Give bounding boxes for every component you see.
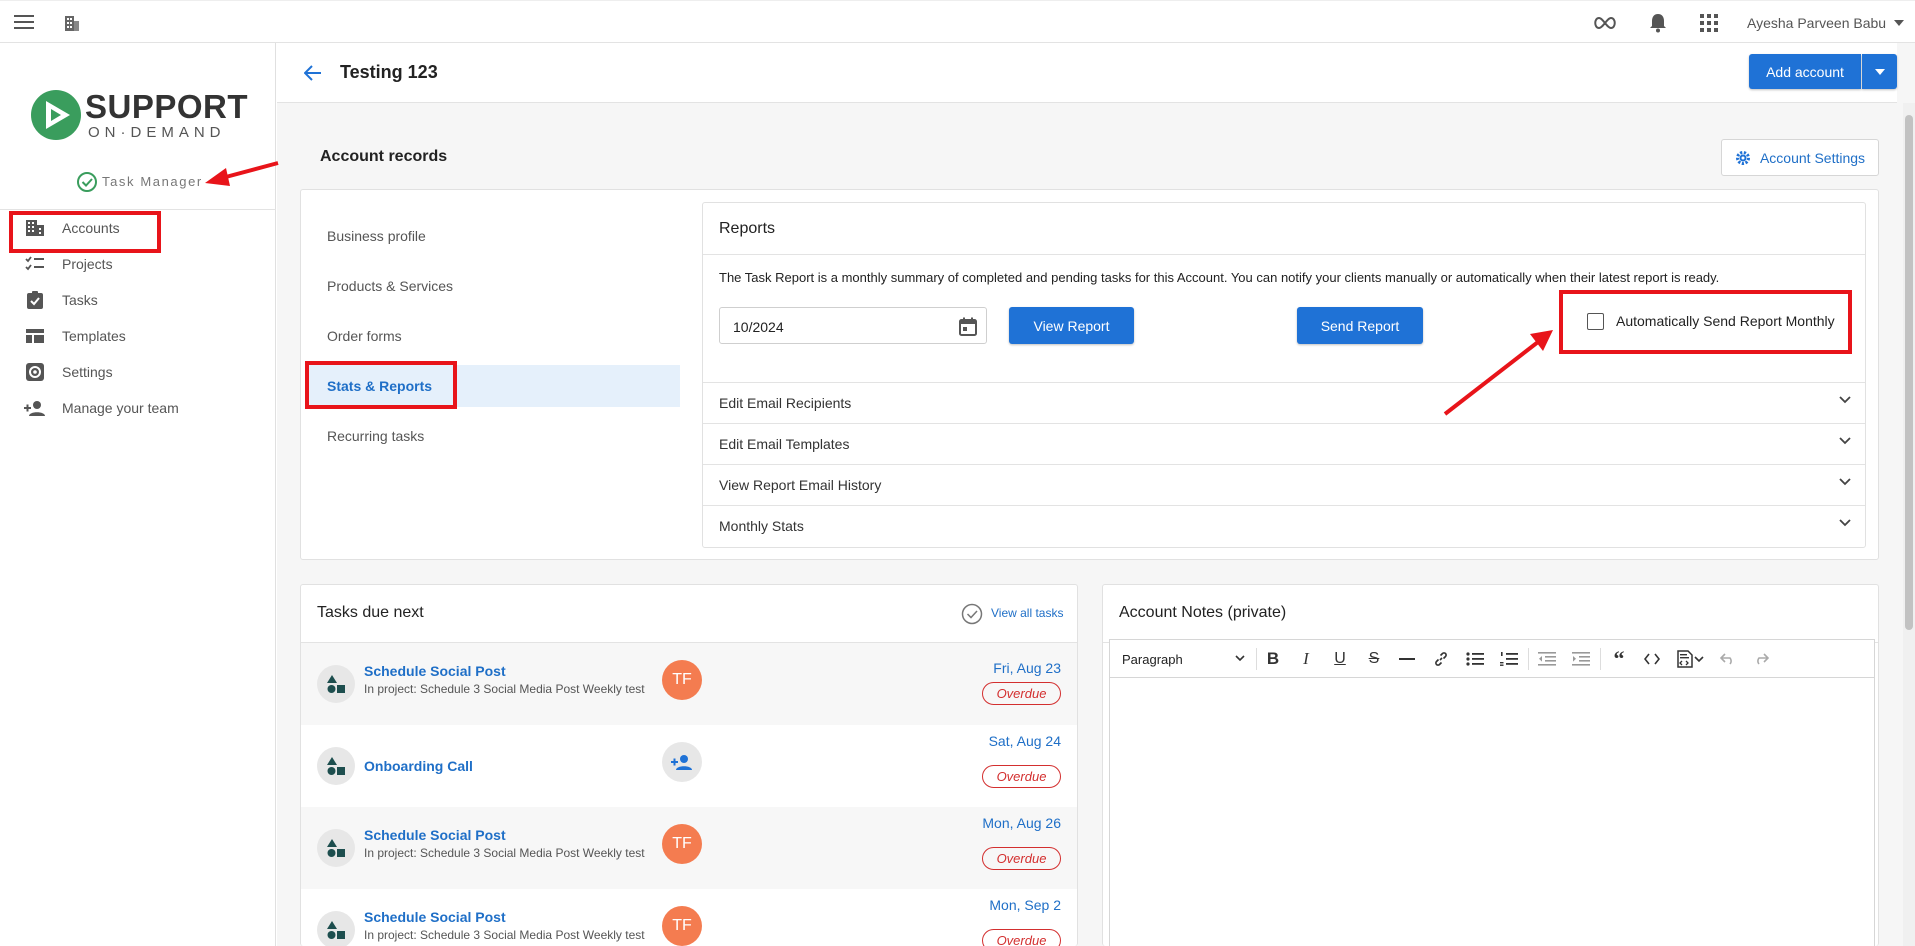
annotation-arrows <box>205 161 1553 416</box>
annotation-arrow-task-manager <box>205 161 279 186</box>
annotation-arrow-auto-send <box>1443 330 1553 416</box>
